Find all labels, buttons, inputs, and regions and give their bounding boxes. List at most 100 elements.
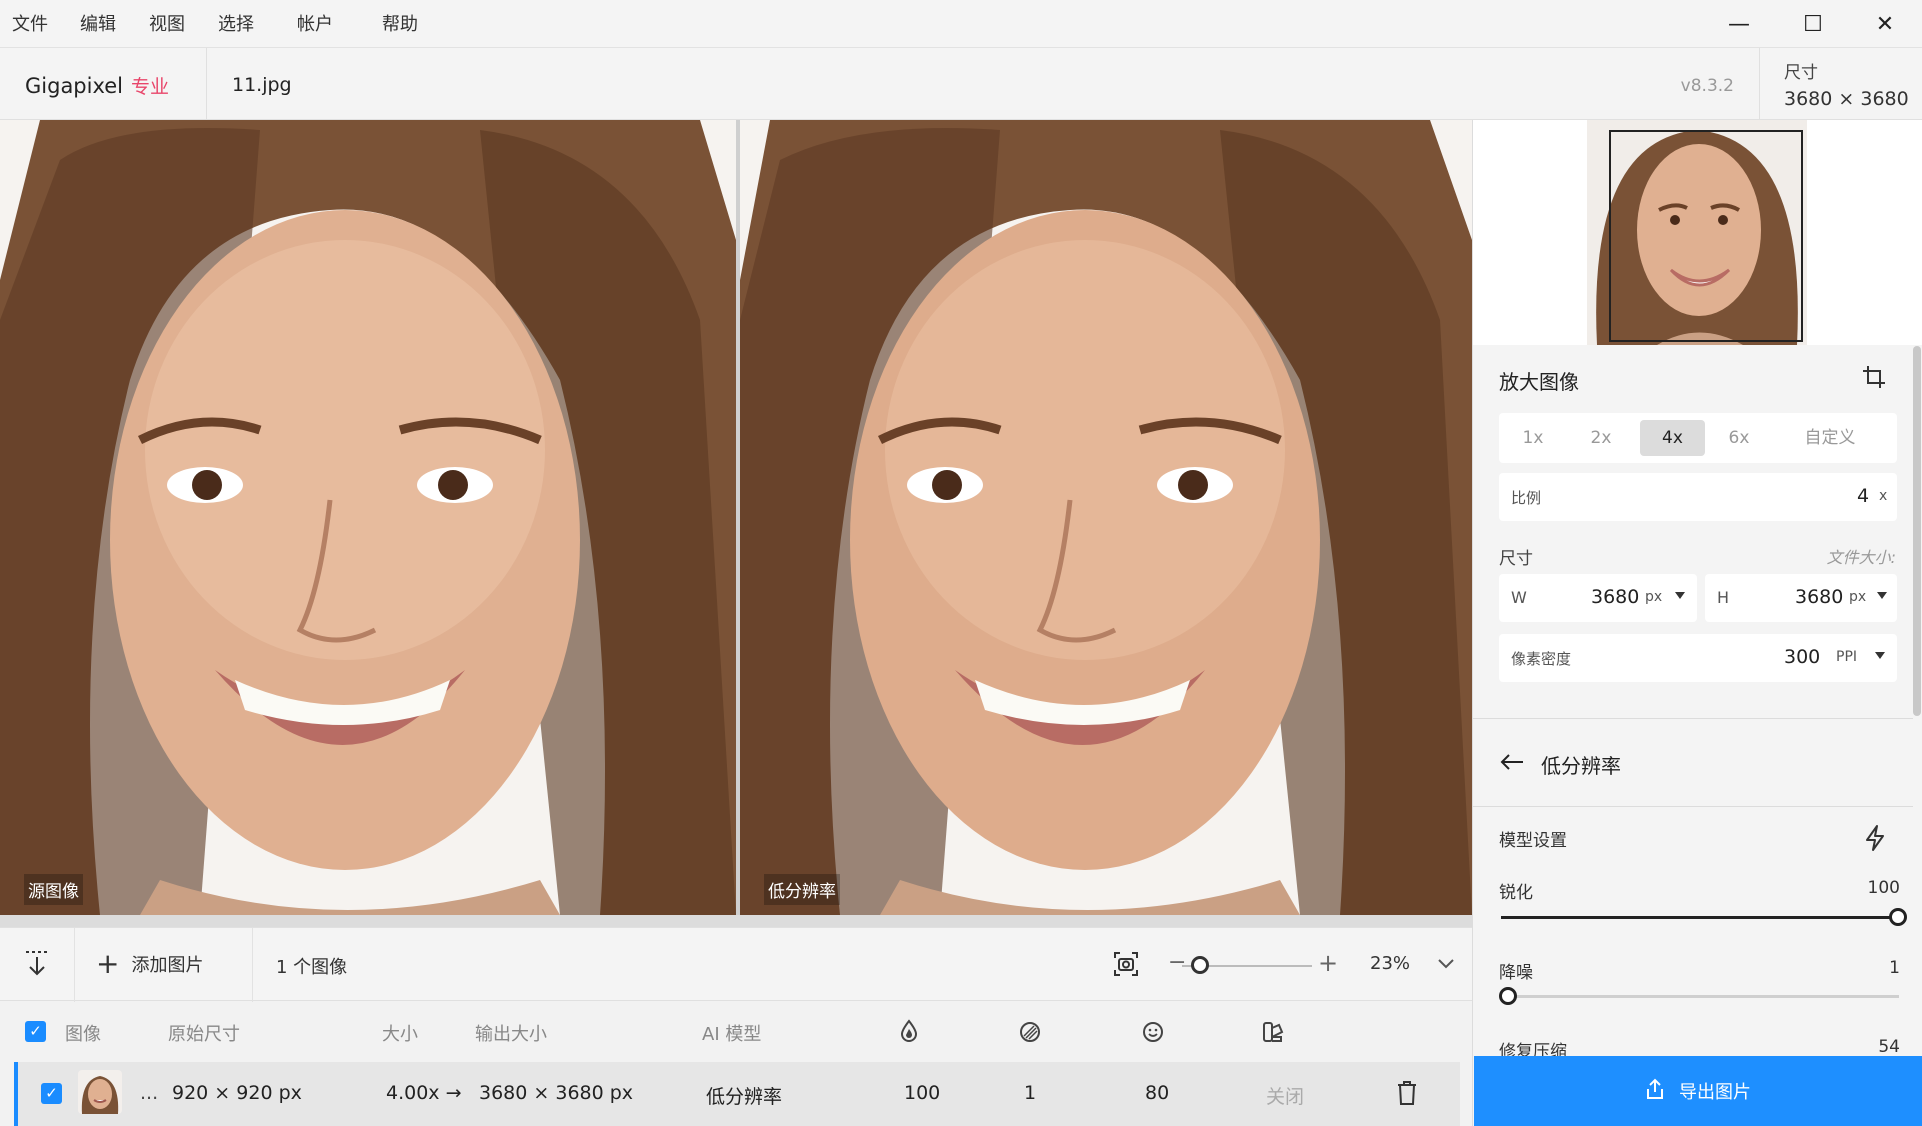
- toolbar-divider: [252, 928, 253, 1002]
- export-button[interactable]: 导出图片: [1474, 1056, 1922, 1126]
- denoise-icon: [1018, 1020, 1042, 1049]
- pane-bottom-strip: [0, 915, 1472, 927]
- section-divider: [1473, 806, 1913, 807]
- header-divider: [206, 48, 207, 120]
- ratio-field[interactable]: 比例 4 x: [1499, 473, 1897, 521]
- lightning-icon[interactable]: [1863, 824, 1887, 857]
- table-row[interactable]: ✓ ... 920 × 920 px 4.00x → 3680 × 3680 p…: [14, 1062, 1460, 1126]
- scale-option-1x[interactable]: 1x: [1505, 420, 1561, 456]
- app-brand: Gigapixel 专业: [25, 72, 169, 99]
- density-field[interactable]: 像素密度 300 PPI: [1499, 634, 1897, 682]
- sharpen-slider-handle[interactable]: [1889, 908, 1907, 926]
- output-image: [740, 120, 1472, 915]
- height-value[interactable]: 3680: [1795, 586, 1843, 608]
- menu-select[interactable]: 选择: [218, 10, 254, 36]
- height-unit-dropdown-icon[interactable]: [1877, 592, 1887, 599]
- row-sharpen: 100: [904, 1082, 941, 1104]
- crop-icon[interactable]: [1861, 364, 1887, 395]
- width-unit: px: [1645, 589, 1663, 605]
- menu-edit[interactable]: 编辑: [80, 10, 116, 36]
- maximize-button[interactable]: ☐: [1776, 0, 1850, 48]
- screenshot-icon[interactable]: [1112, 950, 1140, 983]
- menu-file[interactable]: 文件: [12, 10, 48, 36]
- import-toggle-icon[interactable]: [22, 948, 52, 983]
- image-toolbar: + 添加图片 1 个图像 − + 23%: [0, 927, 1472, 1002]
- app-version: v8.3.2: [1680, 76, 1734, 96]
- file-name: 11.jpg: [232, 74, 292, 96]
- row-ai-model: 低分辨率: [706, 1086, 783, 1108]
- brand-name: Gigapixel: [25, 74, 124, 98]
- row-original-size: 920 × 920 px: [172, 1082, 302, 1104]
- menu-view[interactable]: 视图: [149, 10, 185, 36]
- brand-tier: 专业: [131, 76, 170, 98]
- export-label: 导出图片: [1679, 1082, 1751, 1103]
- row-thumbnail: [78, 1070, 122, 1114]
- denoise-slider-handle[interactable]: [1499, 987, 1517, 1005]
- menu-bar: 文件 编辑 视图 选择 帐户 帮助 — ☐ ✕: [0, 0, 1922, 48]
- menu-help[interactable]: 帮助: [382, 10, 418, 36]
- navigator-preview[interactable]: [1473, 120, 1922, 345]
- zoom-slider-handle[interactable]: [1191, 956, 1209, 974]
- zoom-in-button[interactable]: +: [1318, 949, 1338, 977]
- zoom-level[interactable]: 23%: [1370, 953, 1410, 974]
- plus-icon: +: [96, 947, 120, 980]
- denoise-label: 降噪: [1499, 963, 1533, 983]
- zoom-out-button[interactable]: −: [1168, 950, 1186, 975]
- dimension-value: 3680 × 3680: [1784, 88, 1909, 110]
- header-bar: Gigapixel 专业 11.jpg v8.3.2 尺寸 3680 × 3680: [0, 48, 1922, 120]
- model-settings-label: 模型设置: [1499, 831, 1567, 851]
- source-image-pane[interactable]: 源图像: [0, 120, 736, 915]
- ratio-label: 比例: [1511, 489, 1542, 507]
- close-button[interactable]: ✕: [1848, 0, 1922, 48]
- row-name-ellipsis: ...: [140, 1082, 159, 1104]
- add-images-button[interactable]: + 添加图片: [96, 950, 203, 978]
- add-images-label: 添加图片: [131, 955, 204, 976]
- row-scale: 4.00x →: [386, 1082, 462, 1104]
- scale-option-6x[interactable]: 6x: [1711, 420, 1767, 456]
- settings-panel: 放大图像 1x 2x 4x 6x 自定义 比例 4 x 尺寸 文件大小: W 3…: [1472, 120, 1922, 1126]
- panel-scrollbar[interactable]: [1913, 346, 1921, 716]
- source-image: [0, 120, 736, 915]
- col-image: 图像: [65, 1024, 101, 1045]
- density-label: 像素密度: [1511, 650, 1572, 668]
- ratio-unit: x: [1879, 488, 1888, 504]
- scale-option-custom[interactable]: 自定义: [1783, 420, 1877, 456]
- col-output-size: 输出大小: [475, 1024, 547, 1045]
- size-label: 尺寸: [1499, 549, 1533, 569]
- width-value[interactable]: 3680: [1591, 586, 1639, 608]
- row-color: 关闭: [1266, 1086, 1305, 1108]
- height-field[interactable]: H 3680 px: [1705, 574, 1897, 622]
- sharpen-slider[interactable]: [1501, 916, 1899, 919]
- row-checkbox[interactable]: ✓: [41, 1083, 62, 1104]
- navigator-viewport-frame[interactable]: [1609, 130, 1803, 342]
- height-label: H: [1717, 588, 1730, 607]
- density-value[interactable]: 300: [1784, 646, 1820, 668]
- scale-option-2x[interactable]: 2x: [1573, 420, 1629, 456]
- col-original-size: 原始尺寸: [168, 1024, 240, 1045]
- sharpen-value: 100: [1867, 878, 1900, 898]
- face-recovery-icon: [1141, 1020, 1165, 1049]
- height-unit: px: [1849, 589, 1867, 605]
- width-unit-dropdown-icon[interactable]: [1675, 592, 1685, 599]
- share-icon: [1645, 1078, 1665, 1105]
- row-denoise: 1: [1024, 1082, 1037, 1104]
- section-divider: [1473, 718, 1913, 719]
- menu-account[interactable]: 帐户: [297, 10, 333, 36]
- select-all-checkbox[interactable]: ✓: [25, 1021, 46, 1042]
- sharpen-drop-icon: [898, 1019, 920, 1048]
- minimize-button[interactable]: —: [1702, 0, 1776, 48]
- source-pane-label: 源图像: [24, 874, 83, 905]
- image-count: 1 个图像: [276, 957, 348, 978]
- chevron-down-icon[interactable]: [1436, 956, 1456, 976]
- output-pane-label: 低分辨率: [764, 874, 840, 905]
- scale-option-4x[interactable]: 4x: [1640, 420, 1705, 456]
- density-unit-dropdown-icon[interactable]: [1875, 652, 1885, 659]
- back-arrow-icon[interactable]: [1499, 752, 1525, 777]
- output-image-pane[interactable]: 低分辨率: [740, 120, 1472, 915]
- scale-selector: 1x 2x 4x 6x 自定义: [1499, 413, 1897, 463]
- trash-icon[interactable]: [1396, 1080, 1418, 1111]
- denoise-slider[interactable]: [1501, 995, 1899, 998]
- ratio-value[interactable]: 4: [1857, 485, 1869, 507]
- compare-split-handle[interactable]: [736, 120, 740, 928]
- width-field[interactable]: W 3680 px: [1499, 574, 1697, 622]
